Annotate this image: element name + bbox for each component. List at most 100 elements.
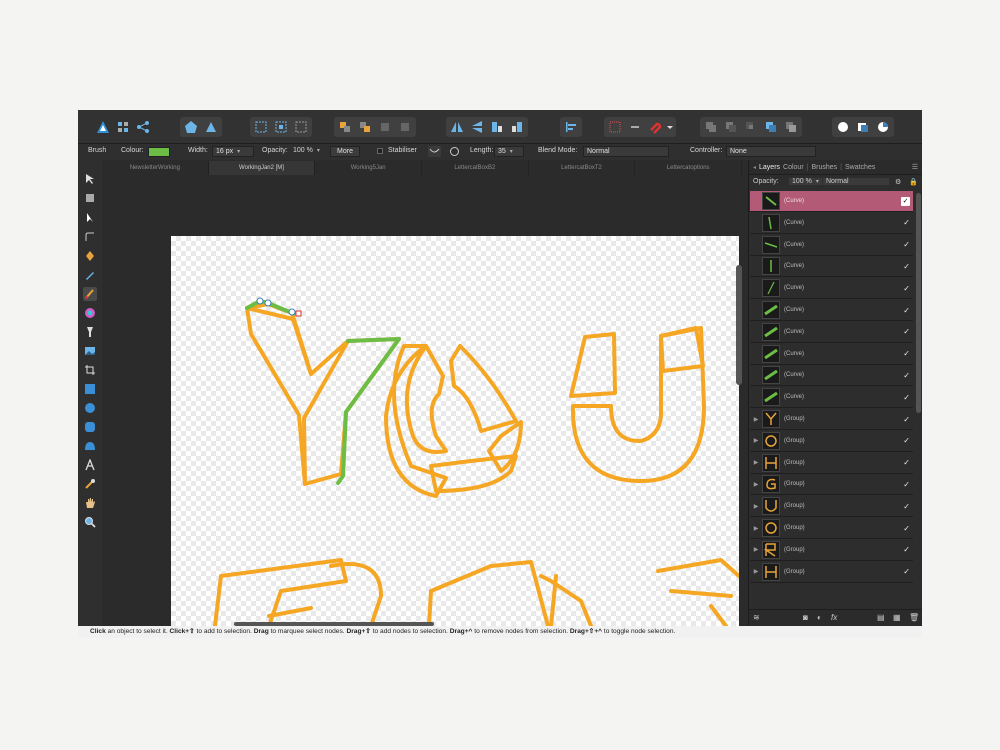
fx-icon[interactable]: fx xyxy=(831,613,837,622)
expand-arrow-icon[interactable]: ▶ xyxy=(750,525,762,532)
align-icon[interactable] xyxy=(562,119,580,135)
blend-mode-select[interactable]: Normal xyxy=(583,146,669,157)
tab-working5jan[interactable]: Working5Jan xyxy=(315,161,423,175)
hand-tool-icon[interactable] xyxy=(83,496,97,510)
pixel-persona-icon[interactable] xyxy=(114,119,132,135)
layer-row[interactable]: ▶ (Group) ✓ xyxy=(750,518,913,539)
magnet-icon[interactable] xyxy=(646,119,664,135)
tab-layers[interactable]: Layers xyxy=(759,164,780,171)
snap-dropdown-icon[interactable] xyxy=(666,119,674,135)
layer-row[interactable]: ▶ (Group) ✓ xyxy=(750,409,913,430)
vector-brush-tool-icon[interactable] xyxy=(83,287,97,301)
insert-icon[interactable] xyxy=(252,119,270,135)
visibility-checkbox[interactable]: ✓ xyxy=(903,349,910,358)
visibility-checkbox[interactable]: ✓ xyxy=(901,196,910,206)
visibility-checkbox[interactable]: ✓ xyxy=(903,284,910,293)
panel-collapse-icon[interactable]: ◂ xyxy=(753,164,756,171)
visibility-checkbox[interactable]: ✓ xyxy=(903,567,910,576)
layers-stack-icon[interactable]: ≋ xyxy=(753,613,760,622)
tab-swatches[interactable]: Swatches xyxy=(845,164,875,171)
visibility-checkbox[interactable]: ✓ xyxy=(903,306,910,315)
visibility-checkbox[interactable]: ✓ xyxy=(903,502,910,511)
grid-icon[interactable] xyxy=(606,119,624,135)
designer-persona-icon[interactable] xyxy=(94,119,112,135)
tab-brushes[interactable]: Brushes xyxy=(811,164,837,171)
panel-menu-icon[interactable]: ☰ xyxy=(912,163,918,171)
flip-vertical-icon[interactable] xyxy=(468,119,486,135)
visibility-checkbox[interactable]: ✓ xyxy=(903,393,910,402)
visibility-checkbox[interactable]: ✓ xyxy=(903,458,910,467)
lock-icon[interactable]: 🔒 xyxy=(909,178,918,186)
layer-blend-select[interactable]: Normal xyxy=(823,178,889,185)
trash-icon[interactable]: 🗑 xyxy=(909,613,919,622)
layer-row[interactable]: (Curve) ✓ xyxy=(750,387,913,409)
gear-icon[interactable]: ⚙ xyxy=(895,178,901,186)
add-icon[interactable] xyxy=(702,119,720,135)
visibility-checkbox[interactable]: ✓ xyxy=(903,436,910,445)
visibility-checkbox[interactable]: ✓ xyxy=(903,524,910,533)
new-layer-icon[interactable]: ▤ xyxy=(877,613,885,622)
move-tool-icon[interactable] xyxy=(83,172,97,186)
layer-row[interactable]: ▶ (Group) ✓ xyxy=(750,431,913,452)
more-button[interactable]: More xyxy=(330,146,360,157)
layer-row[interactable]: ▶ (Group) ✓ xyxy=(750,496,913,518)
rectangle-tool-icon[interactable] xyxy=(83,382,97,396)
controller-select[interactable]: None xyxy=(726,146,816,157)
fill-tool-icon[interactable] xyxy=(83,306,97,320)
tab-lettercatoptions[interactable]: Lettercatoptions xyxy=(635,161,743,175)
transform-icon[interactable] xyxy=(292,119,310,135)
visibility-checkbox[interactable]: ✓ xyxy=(903,480,910,489)
canvas-area[interactable] xyxy=(102,175,742,626)
tab-colour[interactable]: Colour xyxy=(783,164,804,171)
visibility-checkbox[interactable]: ✓ xyxy=(903,545,910,554)
to-back-icon[interactable] xyxy=(376,119,394,135)
speech-bubble-icon[interactable] xyxy=(834,119,852,135)
flip-horizontal-icon[interactable] xyxy=(448,119,466,135)
expand-arrow-icon[interactable]: ▶ xyxy=(750,546,762,553)
text-tool-icon[interactable] xyxy=(83,458,97,472)
ellipse-tool-icon[interactable] xyxy=(83,401,97,415)
layer-row[interactable]: ▶ (Group) ✓ xyxy=(750,474,913,496)
mask-icon[interactable]: ◙ xyxy=(803,613,808,622)
lettering-artwork[interactable] xyxy=(171,236,741,626)
layer-row[interactable]: (Curve) ✓ xyxy=(750,365,913,387)
layer-row[interactable]: (Curve) ✓ xyxy=(750,322,913,343)
transparency-tool-icon[interactable] xyxy=(83,325,97,339)
visibility-checkbox[interactable]: ✓ xyxy=(903,262,910,271)
layer-row[interactable]: (Curve) ✓ xyxy=(750,213,913,234)
expand-arrow-icon[interactable]: ▶ xyxy=(750,459,762,466)
node-tool-icon[interactable] xyxy=(83,211,97,225)
length-field[interactable]: 35 xyxy=(494,146,524,157)
expand-arrow-icon[interactable]: ▶ xyxy=(750,437,762,444)
export-persona-icon[interactable] xyxy=(134,119,152,135)
new-group-icon[interactable]: ▦ xyxy=(893,613,901,622)
shape-tool-icon[interactable] xyxy=(83,439,97,453)
rotate-left-icon[interactable] xyxy=(488,119,506,135)
xor-icon[interactable] xyxy=(762,119,780,135)
layer-row[interactable]: (Curve) ✓ xyxy=(750,300,913,321)
visibility-checkbox[interactable]: ✓ xyxy=(903,327,910,336)
tab-lettercatboxb2[interactable]: LettercatBoxB2 xyxy=(422,161,529,175)
expand-arrow-icon[interactable]: ▶ xyxy=(750,503,762,510)
intersect-icon[interactable] xyxy=(742,119,760,135)
corner-tool-icon[interactable] xyxy=(83,230,97,244)
visibility-checkbox[interactable]: ✓ xyxy=(903,240,910,249)
layer-row[interactable]: (Curve) ✓ xyxy=(750,256,913,278)
layer-row[interactable]: (Curve) ✓ xyxy=(750,344,913,365)
guides-icon[interactable] xyxy=(626,119,644,135)
pen-tool-icon[interactable] xyxy=(83,249,97,263)
layers-stack-icon[interactable] xyxy=(854,119,872,135)
width-field[interactable]: 16 px xyxy=(212,146,254,157)
layer-row[interactable]: ▶ (Group) ✓ xyxy=(750,562,913,583)
expand-arrow-icon[interactable]: ▶ xyxy=(750,481,762,488)
layer-row[interactable]: ▶ (Group) ✓ xyxy=(750,540,913,561)
tab-lettercatboxt2[interactable]: LettercatBoxT2 xyxy=(529,161,636,175)
divide-icon[interactable] xyxy=(782,119,800,135)
colour-swatch[interactable] xyxy=(148,147,170,157)
expand-arrow-icon[interactable]: ▶ xyxy=(750,416,762,423)
color-picker-tool-icon[interactable] xyxy=(83,477,97,491)
tab-newsletterworking[interactable]: NewsletterWorking xyxy=(102,161,209,175)
pencil-tool-icon[interactable] xyxy=(83,268,97,282)
rope-mode-icon[interactable] xyxy=(428,146,441,157)
pentagon-icon[interactable] xyxy=(182,119,200,135)
